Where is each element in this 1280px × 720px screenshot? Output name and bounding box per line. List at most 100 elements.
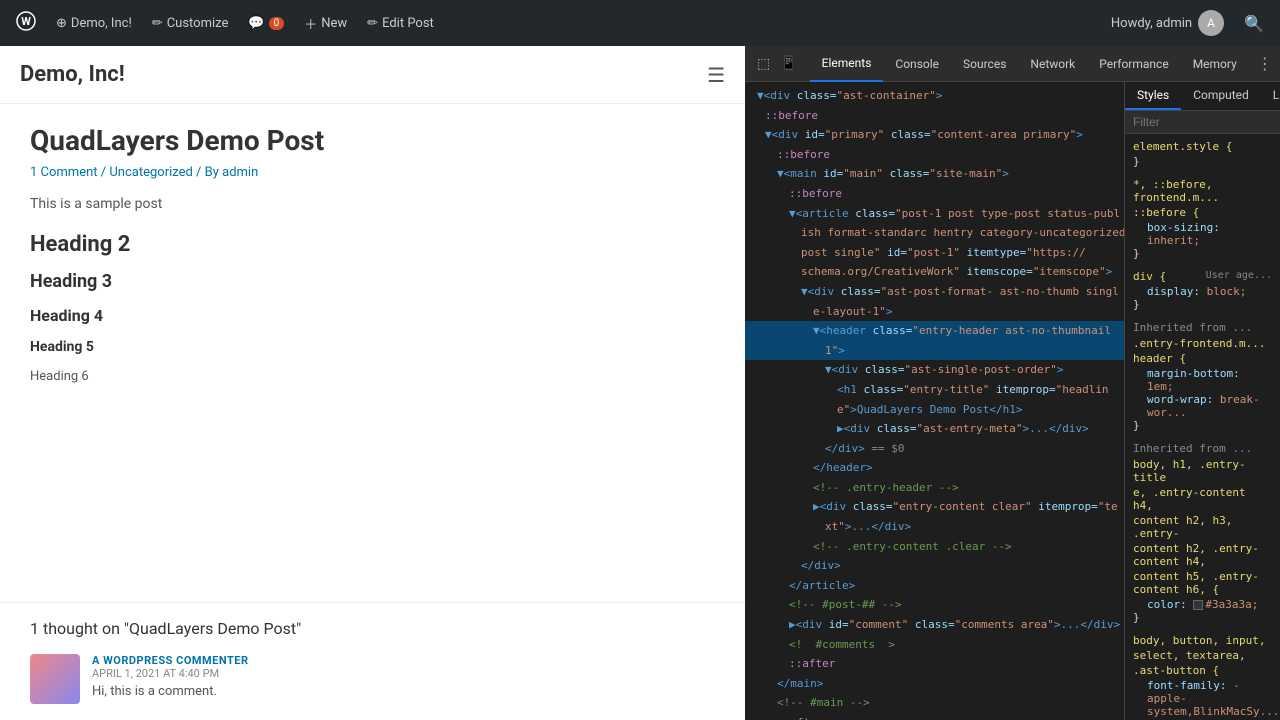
heading-6: Heading 6 [30, 369, 715, 384]
style-close-brace: } [1133, 298, 1272, 311]
dom-line-selected[interactable]: 1"> [745, 341, 1124, 361]
style-close-brace: } [1133, 419, 1272, 432]
tab-sources[interactable]: Sources [951, 46, 1018, 82]
style-prop: word-wrap: break-wor... [1133, 393, 1272, 419]
dom-line[interactable]: ▶<div class="entry-content clear" itempr… [745, 497, 1124, 517]
device-icon[interactable]: 📱 [776, 52, 801, 76]
comments-section: 1 thought on "QuadLayers Demo Post" A WO… [0, 602, 745, 720]
dom-tree[interactable]: ▼<div class="ast-container"> ::before ▼<… [745, 82, 1125, 720]
style-selector: e, .entry-content h4, [1133, 486, 1272, 512]
site-icon: ⊕ [56, 16, 67, 31]
styles-filter-input[interactable] [1133, 115, 1280, 129]
new-button[interactable]: ＋ New [296, 0, 355, 46]
style-prop: display: block; [1133, 285, 1272, 298]
search-icon[interactable]: 🔍 [1236, 14, 1272, 33]
howdy-section: Howdy, admin A [1103, 10, 1232, 36]
site-header: Demo, Inc! ☰ [0, 46, 745, 104]
style-rule-element: element.style { } [1133, 140, 1272, 168]
dom-line[interactable]: ::after [745, 713, 1124, 720]
tab-styles[interactable]: Styles [1125, 82, 1181, 110]
comments-title: 1 thought on "QuadLayers Demo Post" [30, 619, 715, 638]
wp-logo-button[interactable]: W [8, 0, 44, 46]
style-close-brace: } [1133, 247, 1272, 260]
dom-line[interactable]: <!-- .entry-content .clear --> [745, 537, 1124, 557]
style-selector: header { [1133, 352, 1272, 365]
comment-item: A WORDPRESS COMMENTER APRIL 1, 2021 AT 4… [30, 654, 715, 704]
edit-post-button[interactable]: ✏ Edit Post [359, 0, 442, 46]
style-prop: box-sizing: inherit; [1133, 221, 1272, 247]
dom-line[interactable]: e">QuadLayers Demo Post</h1> [745, 400, 1124, 420]
style-selector: element.style { [1133, 140, 1272, 153]
post-title: QuadLayers Demo Post [30, 124, 715, 157]
inherited-label-2: Inherited from ... [1133, 442, 1272, 455]
heading-5: Heading 5 [30, 339, 715, 355]
dom-line[interactable]: ▼<div class="ast-container"> [745, 86, 1124, 106]
dom-line[interactable]: <!-- #main --> [745, 693, 1124, 713]
tab-performance[interactable]: Performance [1087, 46, 1180, 82]
dom-line-selected[interactable]: ▼<header class="entry-header ast-no-thum… [745, 321, 1124, 341]
devtools-more-icon[interactable]: ⋮ [1249, 54, 1280, 73]
dom-line[interactable]: ::before [745, 145, 1124, 165]
heading-4: Heading 4 [30, 306, 715, 325]
dom-line[interactable]: post single" id="post-1" itemtype="https… [745, 243, 1124, 263]
dom-line[interactable]: <! #comments > [745, 635, 1124, 655]
hamburger-icon[interactable]: ☰ [707, 63, 725, 87]
dom-line[interactable]: </div> [745, 556, 1124, 576]
styles-content: element.style { } *, ::before, frontend.… [1125, 134, 1280, 720]
tab-computed[interactable]: Computed [1181, 82, 1261, 110]
tab-memory[interactable]: Memory [1181, 46, 1249, 82]
dom-line[interactable]: </article> [745, 576, 1124, 596]
dom-line[interactable]: e-layout-1"> [745, 302, 1124, 322]
dom-line[interactable]: <h1 class="entry-title" itemprop="headli… [745, 380, 1124, 400]
dom-line[interactable]: ▼<div class="ast-single-post-order"> [745, 360, 1124, 380]
customize-button[interactable]: ✏ Customize [144, 0, 237, 46]
dom-line[interactable]: ▼<article class="post-1 post type-post s… [745, 204, 1124, 224]
dom-line[interactable]: xt">...</div> [745, 517, 1124, 537]
tab-layout[interactable]: Lay... [1261, 82, 1280, 110]
dom-line[interactable]: </main> [745, 674, 1124, 694]
dom-line[interactable]: ▶<div class="ast-entry-meta">...</div> [745, 419, 1124, 439]
dom-line[interactable]: ▶<div id="comment" class="comments area"… [745, 615, 1124, 635]
dom-line[interactable]: schema.org/CreativeWork" itemscope="item… [745, 262, 1124, 282]
devtools-icons: ⬚ 📱 [745, 52, 810, 76]
inherited-label: Inherited from ... [1133, 321, 1272, 334]
tab-elements[interactable]: Elements [810, 46, 884, 82]
style-selector: .ast-button { [1133, 664, 1272, 677]
dom-line[interactable]: ▼<div id="primary" class="content-area p… [745, 125, 1124, 145]
admin-bar: W ⊕ Demo, Inc! ✏ Customize 💬 0 ＋ New ✏ E… [0, 0, 1280, 46]
devtools-tabs: ⬚ 📱 Elements Console Sources Network Per… [745, 46, 1280, 82]
style-selector: content h2, h3, .entry- [1133, 514, 1272, 540]
dom-line[interactable]: ish format-standarc hentry category-unca… [745, 223, 1124, 243]
post-content: QuadLayers Demo Post 1 Comment / Uncateg… [0, 104, 745, 602]
dom-line[interactable]: </div> == $0 [745, 439, 1124, 459]
comments-button[interactable]: 💬 0 [240, 0, 292, 46]
style-selector: .entry-frontend.m... [1133, 337, 1265, 350]
style-rule-body-h1: body, h1, .entry-title e, .entry-content… [1133, 458, 1272, 624]
site-name-button[interactable]: ⊕ Demo, Inc! [48, 0, 140, 46]
comment-date: APRIL 1, 2021 AT 4:40 PM [92, 667, 249, 680]
comment-avatar [30, 654, 80, 704]
dom-line[interactable]: <!-- #post-## --> [745, 595, 1124, 615]
post-excerpt: This is a sample post [30, 196, 715, 212]
comment-body: A WORDPRESS COMMENTER APRIL 1, 2021 AT 4… [92, 654, 249, 699]
tab-console[interactable]: Console [883, 46, 951, 82]
main-layout: Demo, Inc! ☰ QuadLayers Demo Post 1 Comm… [0, 46, 1280, 720]
style-selector: ::before { [1133, 206, 1272, 219]
comment-author[interactable]: A WORDPRESS COMMENTER [92, 654, 249, 667]
style-prop: color: #3a3a3a; [1133, 598, 1272, 611]
tab-network[interactable]: Network [1018, 46, 1087, 82]
devtools-content: ▼<div class="ast-container"> ::before ▼<… [745, 82, 1280, 720]
heading-2: Heading 2 [30, 232, 715, 257]
dom-line[interactable]: ▼<div class="ast-post-format- ast-no-thu… [745, 282, 1124, 302]
wp-logo-icon: W [16, 11, 36, 35]
inspect-icon[interactable]: ⬚ [753, 52, 774, 76]
dom-line[interactable]: ▼<main id="main" class="site-main"> [745, 164, 1124, 184]
dom-line[interactable]: </header> [745, 458, 1124, 478]
dom-line[interactable]: ::before [745, 184, 1124, 204]
dom-line[interactable]: ::before [745, 106, 1124, 126]
style-close-brace: } [1133, 155, 1272, 168]
dom-line[interactable]: <!-- .entry-header --> [745, 478, 1124, 498]
style-selector: content h5, .entry-content h6, { [1133, 570, 1272, 596]
style-rule-entry-header: .entry-frontend.m... header { margin-bot… [1133, 337, 1272, 432]
dom-line[interactable]: ::after [745, 654, 1124, 674]
